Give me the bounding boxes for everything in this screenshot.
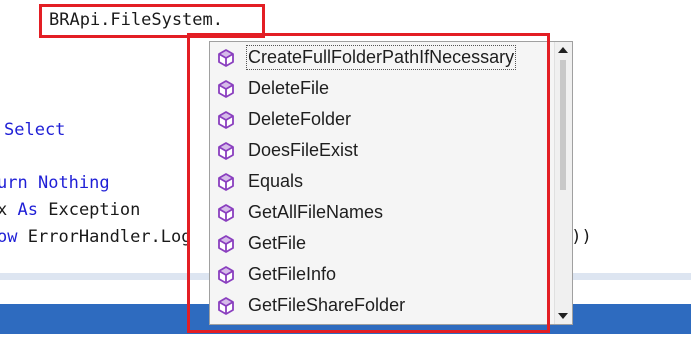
scroll-thumb[interactable] xyxy=(560,60,566,190)
code-line-typed[interactable]: BRApi.FileSystem. xyxy=(49,10,223,30)
code-nothing-keyword: Nothing xyxy=(37,173,110,193)
scroll-up-arrow-icon[interactable] xyxy=(558,47,568,53)
popup-scrollbar[interactable] xyxy=(554,42,572,324)
code-as-keyword: As xyxy=(17,200,38,220)
code-exception-type: Exception xyxy=(48,200,141,220)
code-select-keyword: Select xyxy=(4,120,66,140)
code-throw-keyword: ow xyxy=(0,227,18,247)
code-catch-var: x xyxy=(0,200,8,220)
code-line-catch: x As Exception xyxy=(0,200,140,220)
code-line-throw: ow ErrorHandler.Log xyxy=(0,227,192,247)
code-errorhandler-call: ErrorHandler.Log xyxy=(27,227,192,247)
completion-list-highlight xyxy=(187,33,550,333)
code-line-return: urn Nothing xyxy=(0,173,110,193)
scroll-down-arrow-icon[interactable] xyxy=(558,313,568,319)
code-return-keyword: urn xyxy=(0,173,28,193)
